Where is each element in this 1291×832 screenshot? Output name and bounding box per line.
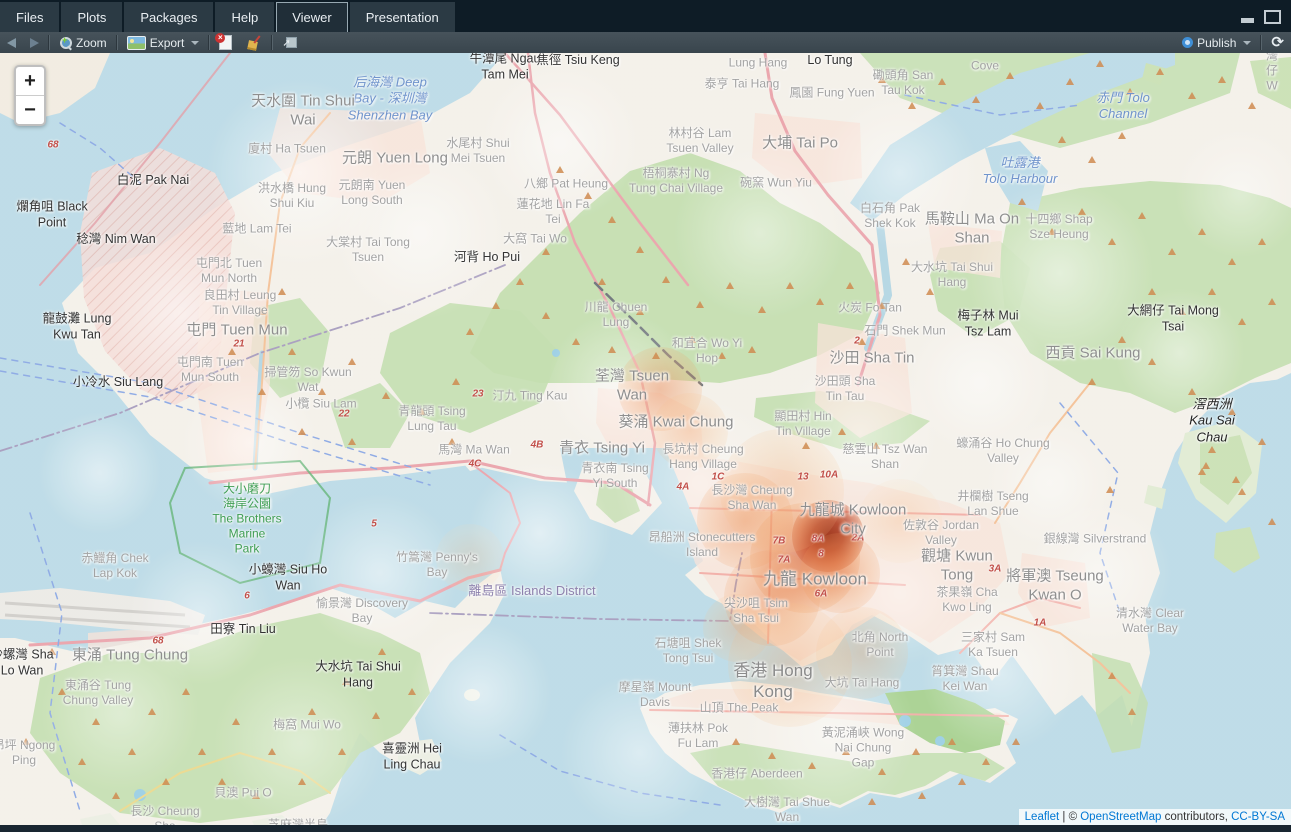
zoom-button[interactable]: + Zoom — [52, 32, 114, 53]
zoom-label: Zoom — [76, 36, 107, 50]
map-attribution: Leaflet | © OpenStreetMap contributors, … — [1019, 809, 1291, 825]
osm-link[interactable]: OpenStreetMap — [1080, 811, 1161, 823]
clear-page-icon: × — [219, 35, 232, 50]
viewer-toolbar: + Zoom Export × ➚ Publish ⟳ — [0, 32, 1291, 54]
back-button[interactable] — [0, 32, 23, 53]
refresh-icon: ⟳ — [1271, 35, 1284, 50]
toolbar-separator — [48, 35, 50, 50]
publish-label: Publish — [1197, 36, 1236, 50]
window-controls — [1241, 10, 1291, 32]
window-bottom-edge — [0, 825, 1291, 832]
export-image-icon — [127, 36, 146, 50]
rstudio-window: FilesPlotsPackagesHelpViewerPresentation… — [0, 0, 1291, 832]
tab-help[interactable]: Help — [215, 2, 274, 32]
publish-button[interactable]: Publish — [1175, 32, 1258, 53]
minimize-icon[interactable] — [1241, 18, 1254, 23]
clear-viewer-button[interactable]: × — [212, 32, 239, 53]
broom-icon — [246, 35, 262, 50]
popout-icon: ➚ — [282, 37, 297, 49]
forward-arrow-icon — [30, 38, 39, 48]
zoom-in-button[interactable]: + — [16, 67, 44, 96]
tab-packages[interactable]: Packages — [124, 2, 213, 32]
back-arrow-icon — [7, 38, 16, 48]
license-link[interactable]: CC-BY-SA — [1231, 811, 1285, 823]
ide-tab-bar: FilesPlotsPackagesHelpViewerPresentation — [0, 0, 1291, 32]
export-button[interactable]: Export — [120, 32, 207, 53]
chevron-down-icon — [1243, 41, 1251, 45]
toolbar-separator — [116, 35, 118, 50]
toolbar-separator — [271, 35, 273, 50]
zoom-out-button[interactable]: − — [16, 96, 44, 124]
map-zoom-control: + − — [14, 65, 46, 126]
clear-all-button[interactable] — [239, 32, 269, 53]
basemap — [0, 53, 1291, 825]
open-in-new-window-button[interactable]: ➚ — [275, 32, 304, 53]
tab-presentation[interactable]: Presentation — [350, 2, 455, 32]
publish-icon — [1182, 37, 1193, 48]
maximize-icon[interactable] — [1264, 10, 1281, 24]
magnifier-icon: + — [59, 36, 72, 49]
toolbar-separator — [208, 35, 210, 50]
chevron-down-icon — [191, 41, 199, 45]
tab-viewer[interactable]: Viewer — [276, 2, 348, 32]
attribution-text: | © — [1059, 811, 1080, 823]
leaflet-link[interactable]: Leaflet — [1025, 811, 1060, 823]
tab-files[interactable]: Files — [0, 2, 59, 32]
tab-plots[interactable]: Plots — [61, 2, 122, 32]
attribution-text: contributors, — [1161, 811, 1231, 823]
export-label: Export — [150, 36, 185, 50]
toolbar-separator — [1260, 35, 1262, 50]
refresh-button[interactable]: ⟳ — [1264, 32, 1291, 53]
forward-button[interactable] — [23, 32, 46, 53]
map-viewport[interactable]: 4B4C56686821222328A7B7A6A1C4A10A133A2A81… — [0, 53, 1291, 825]
